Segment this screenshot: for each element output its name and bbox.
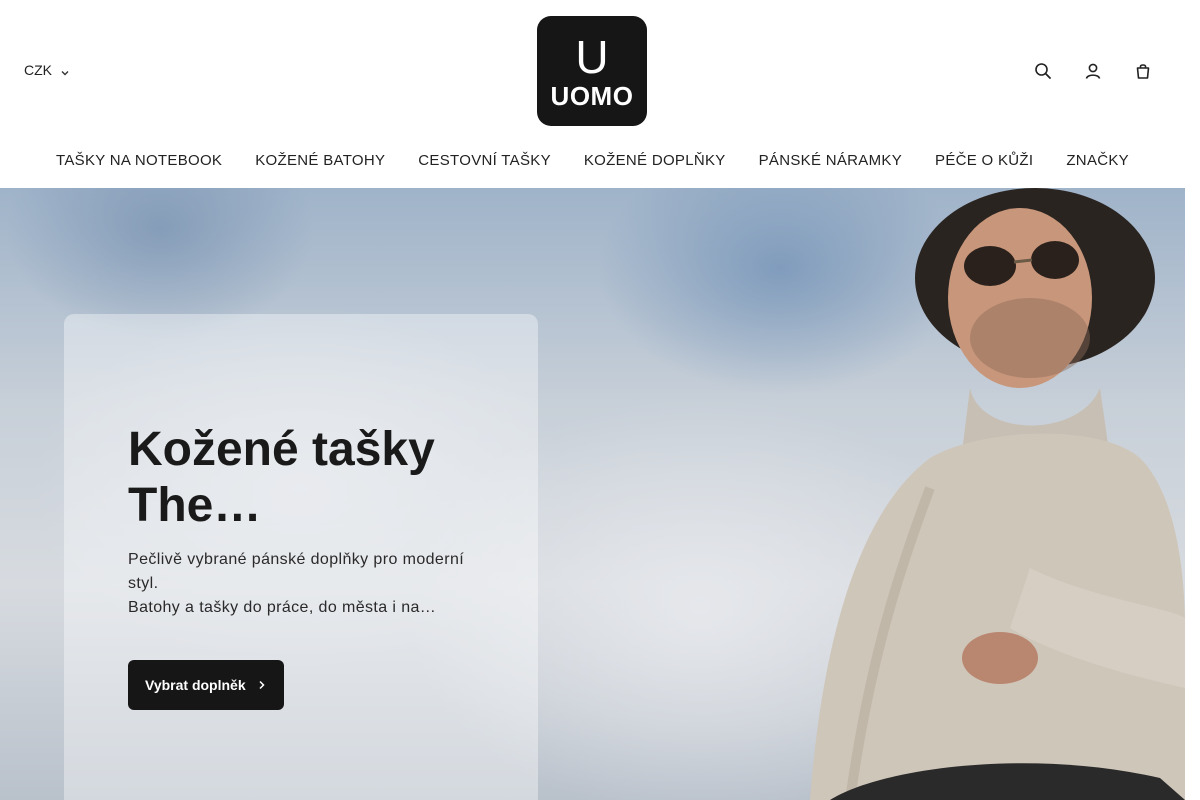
user-icon[interactable] (1081, 58, 1105, 84)
nav-item-cestovni-tasky[interactable]: CESTOVNÍ TAŠKY (402, 148, 568, 173)
hero-description-line1: Pečlivě vybrané pánské doplňky pro moder… (128, 551, 465, 592)
header-actions (1031, 58, 1155, 84)
cart-icon[interactable] (1131, 58, 1155, 84)
main-navigation: TAŠKY NA NOTEBOOK KOŽENÉ BATOHY CESTOVNÍ… (0, 148, 1185, 173)
site-header: CZK U UOMO TAŠKY NA NOTEBOOK KOŽENÉ BATO… (0, 0, 1185, 188)
hero-description: Pečlivě vybrané pánské doplňky pro moder… (128, 548, 468, 620)
nav-item-znacky[interactable]: ZNAČKY (1050, 148, 1146, 173)
nav-item-kozene-batohy[interactable]: KOŽENÉ BATOHY (239, 148, 402, 173)
currency-label: CZK (24, 62, 52, 78)
chevron-down-icon (60, 65, 70, 76)
arrow-right-icon (258, 677, 266, 693)
site-logo[interactable]: U UOMO (537, 16, 647, 126)
nav-item-panske-naramky[interactable]: PÁNSKÉ NÁRAMKY (742, 148, 918, 173)
logo-wordmark: UOMO (550, 81, 634, 111)
currency-selector[interactable]: CZK (24, 62, 70, 78)
search-icon[interactable] (1031, 58, 1055, 84)
logo-letter: U (575, 31, 609, 83)
hero-model-image (810, 188, 1185, 800)
nav-item-pece-o-kuzi[interactable]: PÉČE O KŮŽI (919, 148, 1050, 173)
nav-item-tasky-na-notebook[interactable]: TAŠKY NA NOTEBOOK (39, 148, 238, 173)
hero-card: Kožené tašky The… Pečlivě vybrané pánské… (64, 314, 538, 800)
cta-label: Vybrat doplněk (145, 677, 246, 693)
hero-headline: Kožené tašky The… (128, 423, 435, 532)
hero-banner: Kožené tašky The… Pečlivě vybrané pánské… (0, 188, 1185, 800)
hero-description-line2: Batohy a tašky do práce, do města i na… (128, 599, 437, 616)
nav-item-kozene-doplnky[interactable]: KOŽENÉ DOPLŇKY (567, 148, 742, 173)
cta-button[interactable]: Vybrat doplněk (128, 660, 284, 710)
